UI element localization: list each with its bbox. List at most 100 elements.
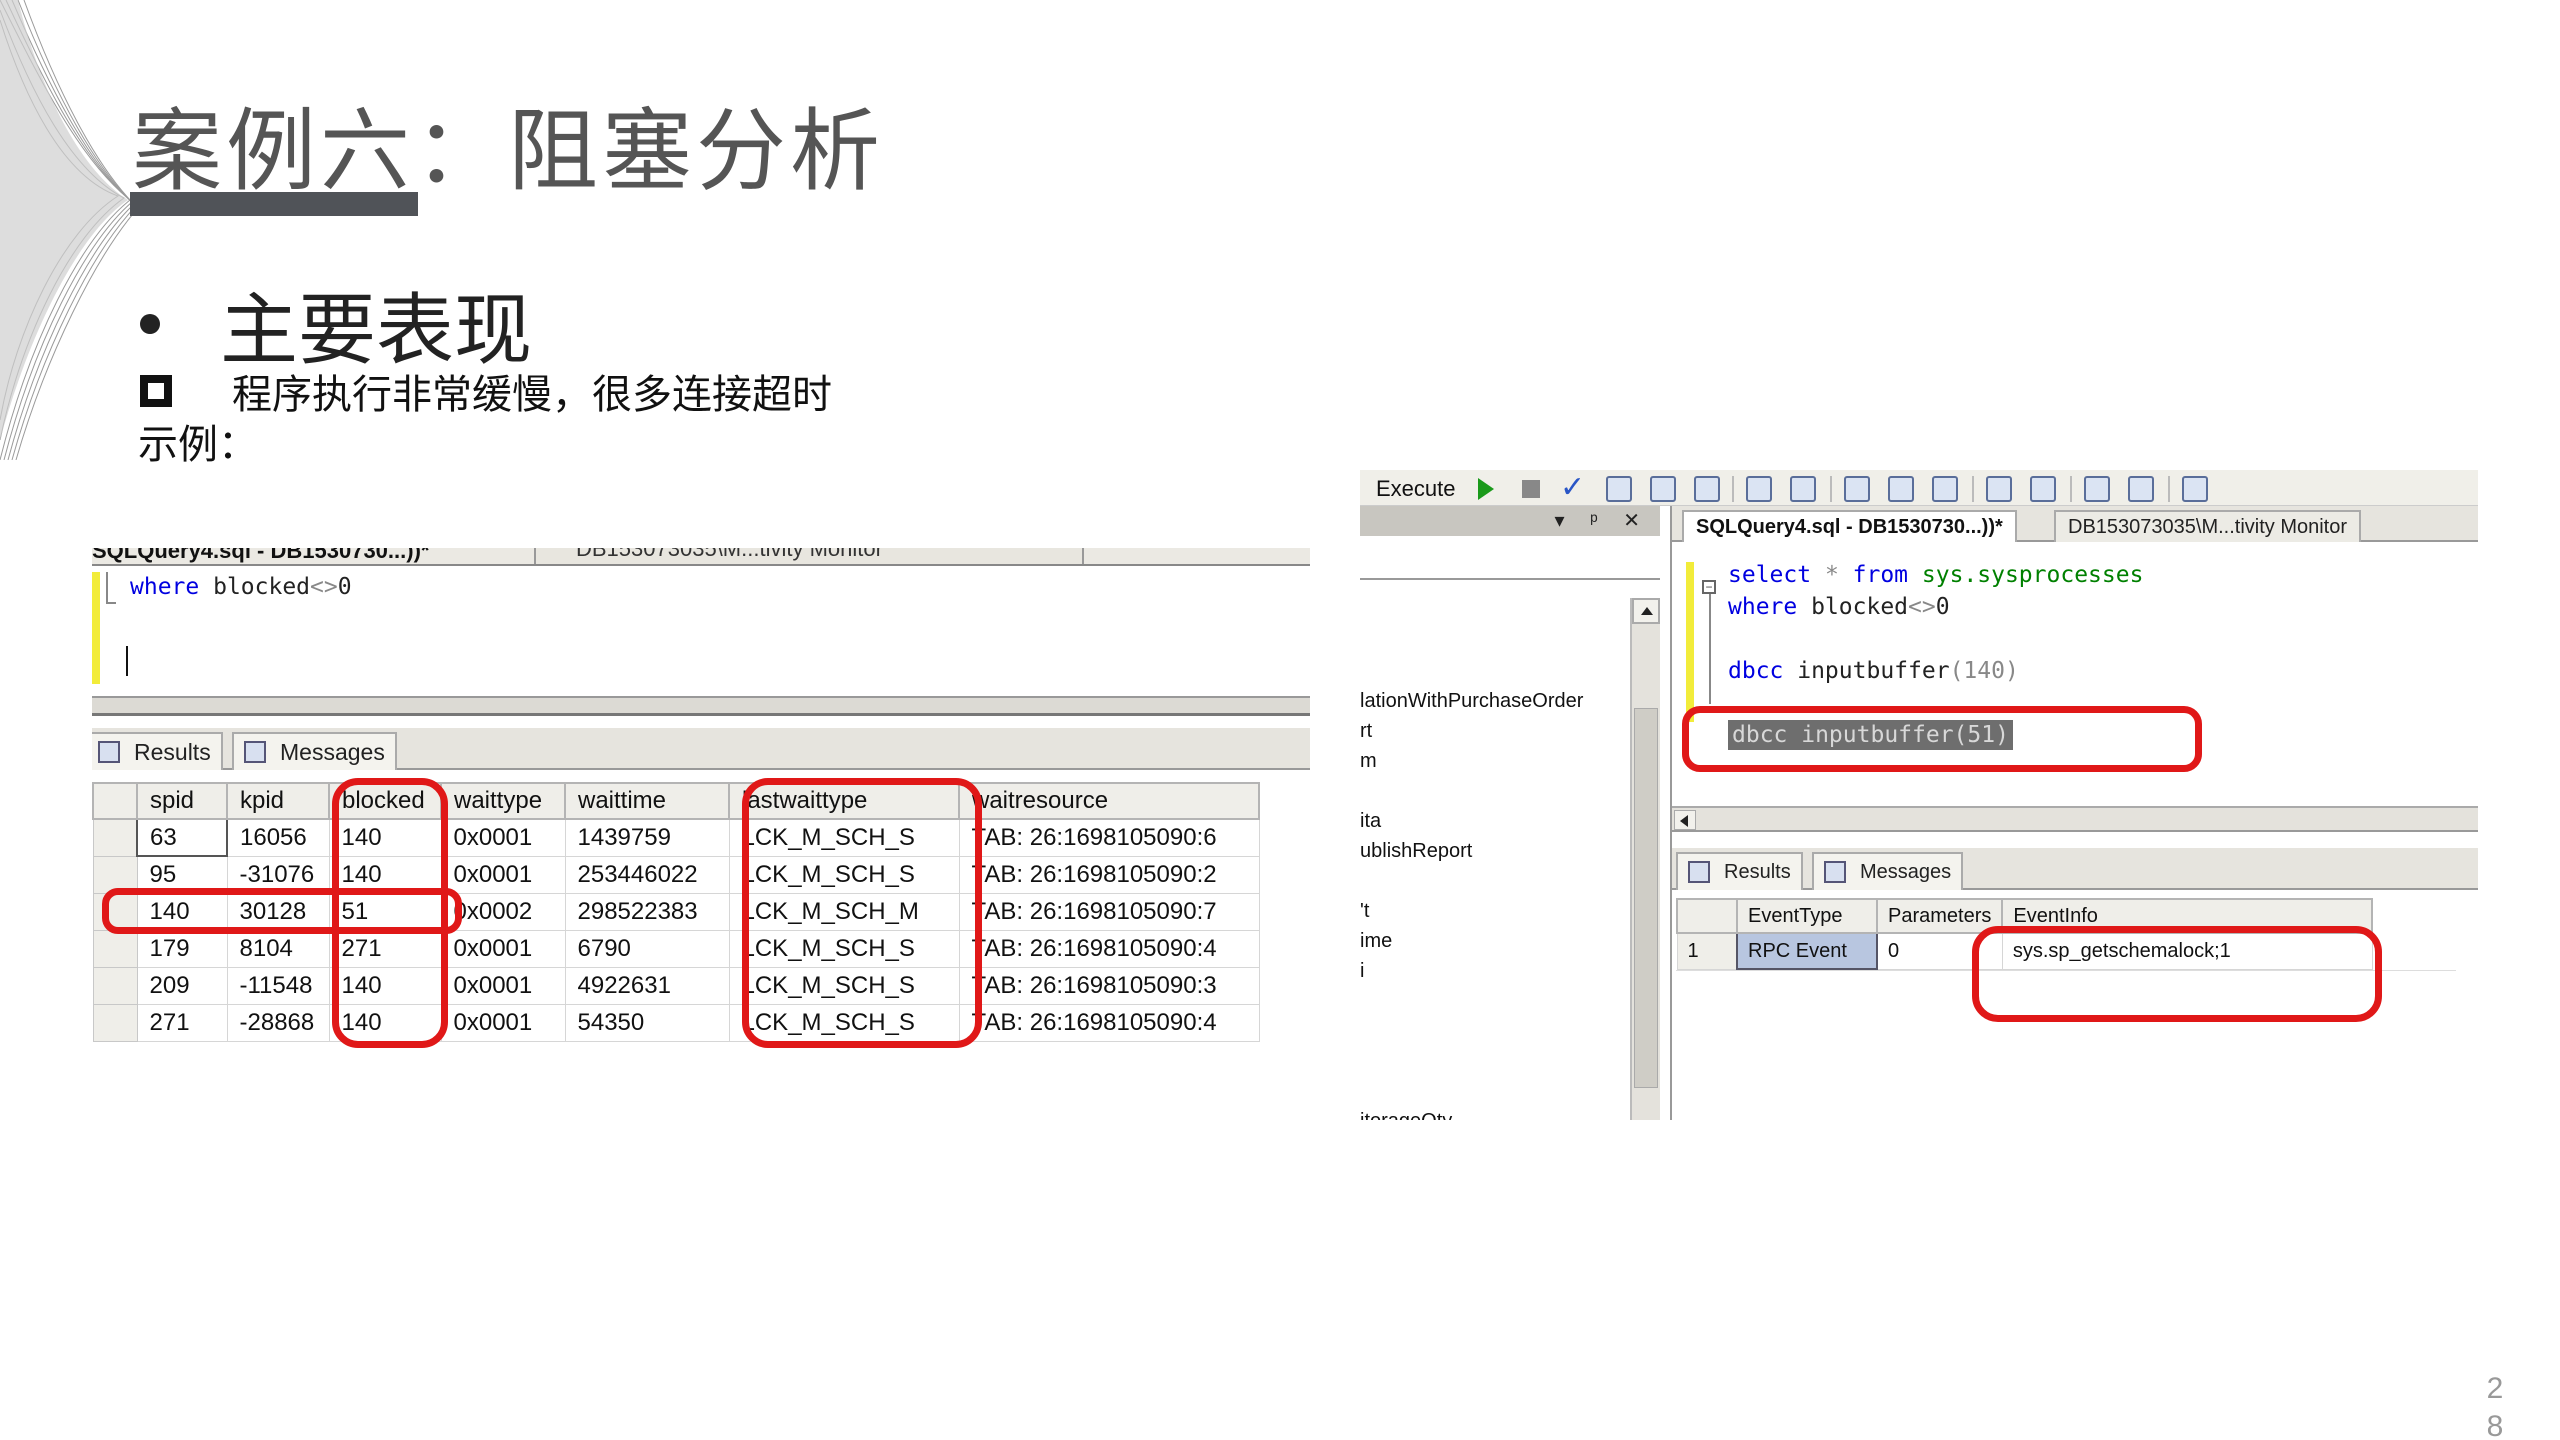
cell-spid[interactable]: 209 bbox=[136, 966, 228, 1005]
include-plan-icon[interactable] bbox=[1844, 476, 1870, 502]
results-to-text-icon[interactable] bbox=[1746, 476, 1772, 502]
tab-results[interactable]: Results bbox=[1676, 852, 1803, 890]
tab-results[interactable]: Results bbox=[92, 732, 223, 770]
comment-icon[interactable] bbox=[1986, 476, 2012, 502]
scroll-thumb[interactable] bbox=[1634, 708, 1658, 1088]
cell-kpid[interactable]: 8104 bbox=[226, 929, 330, 968]
editor-horizontal-scrollbar[interactable] bbox=[1672, 806, 2478, 832]
tab-results-label: Results bbox=[134, 738, 211, 765]
results-to-file-icon[interactable] bbox=[1790, 476, 1816, 502]
cell-waittype[interactable]: 0x0001 bbox=[440, 855, 566, 894]
cell-waittype[interactable]: 0x0001 bbox=[440, 818, 566, 857]
column-header-waittime[interactable]: waittime bbox=[564, 782, 730, 820]
cell-waitresource[interactable]: TAB: 26:1698105090:6 bbox=[958, 818, 1260, 857]
collapse-icon[interactable]: − bbox=[1702, 580, 1716, 594]
cell-kpid[interactable]: -11548 bbox=[226, 966, 330, 1005]
play-icon[interactable] bbox=[1478, 478, 1494, 500]
tree-item[interactable]: i bbox=[1360, 960, 1364, 983]
tab-messages[interactable]: Messages bbox=[1812, 852, 1964, 890]
slide-title: 案例六：阻塞分析 bbox=[132, 99, 884, 204]
table-row[interactable]: 63 16056 140 0x0001 1439759 LCK_M_SCH_S … bbox=[92, 818, 1260, 857]
cell-waittime[interactable]: 1439759 bbox=[564, 818, 730, 857]
example-label: 示例： bbox=[138, 422, 258, 468]
scroll-left-arrow-icon[interactable] bbox=[1674, 810, 1696, 830]
scroll-up-arrow-icon[interactable] bbox=[1632, 598, 1660, 624]
column-header-waittype[interactable]: waittype bbox=[440, 782, 566, 820]
tree-item[interactable]: m bbox=[1360, 750, 1377, 773]
table-row[interactable]: 209 -11548 140 0x0001 4922631 LCK_M_SCH_… bbox=[92, 966, 1260, 1005]
tree-item[interactable]: itorageQty bbox=[1360, 1110, 1452, 1120]
cell-spid[interactable]: 63 bbox=[136, 818, 228, 857]
results-to-grid-icon[interactable] bbox=[1694, 476, 1720, 502]
column-header-waitresource[interactable]: waitresource bbox=[958, 782, 1260, 820]
query-options-icon[interactable] bbox=[1650, 476, 1676, 502]
cell-waittime[interactable]: 4922631 bbox=[564, 966, 730, 1005]
cell-waittype[interactable]: 0x0001 bbox=[440, 929, 566, 968]
column-header-parameters[interactable]: Parameters bbox=[1875, 898, 2004, 934]
code-blocked: blocked bbox=[199, 574, 311, 600]
editor-horizontal-scrollbar[interactable] bbox=[92, 696, 1310, 716]
sub-bullet-text: 程序执行非常缓慢，很多连接超时 bbox=[232, 372, 832, 418]
column-header-eventtype[interactable]: EventType bbox=[1736, 898, 1878, 934]
uncomment-icon[interactable] bbox=[2030, 476, 2056, 502]
code-zero: 0 bbox=[1935, 594, 1950, 620]
tree-item[interactable]: rt bbox=[1360, 720, 1372, 743]
stop-icon[interactable] bbox=[1522, 480, 1540, 498]
cell-spid[interactable]: 271 bbox=[136, 1003, 228, 1042]
annotation-ring-eventinfo bbox=[1972, 926, 2382, 1022]
query-editor[interactable]: − select * from sys.sysprocesses where b… bbox=[1672, 542, 2478, 806]
cell-eventtype[interactable]: RPC Event bbox=[1736, 932, 1878, 970]
code-operator: <> bbox=[310, 574, 338, 600]
cell-waitresource[interactable]: TAB: 26:1698105090:2 bbox=[958, 855, 1260, 894]
tab-activity-monitor[interactable]: DB153073035\M...tivity Monitor bbox=[534, 548, 1084, 564]
tree-item[interactable]: 't bbox=[1360, 900, 1369, 923]
cell-waittime[interactable]: 298522383 bbox=[564, 892, 730, 931]
keyword-dbcc: dbcc bbox=[1728, 658, 1784, 684]
column-header-spid[interactable]: spid bbox=[136, 782, 228, 820]
table-row[interactable]: 179 8104 271 0x0001 6790 LCK_M_SCH_S TAB… bbox=[92, 929, 1260, 968]
tab-messages-label: Messages bbox=[1860, 860, 1952, 883]
tree-item[interactable]: ublishReport bbox=[1360, 840, 1472, 863]
execute-button[interactable]: Execute bbox=[1376, 476, 1456, 502]
cell-waittime[interactable]: 253446022 bbox=[564, 855, 730, 894]
cell-kpid[interactable]: -28868 bbox=[226, 1003, 330, 1042]
cell-kpid[interactable]: 16056 bbox=[226, 818, 330, 857]
cell-waitresource[interactable]: TAB: 26:1698105090:7 bbox=[958, 892, 1260, 931]
tab-messages-label: Messages bbox=[280, 738, 385, 765]
tree-item[interactable]: ime bbox=[1360, 930, 1392, 953]
cell-waitresource[interactable]: TAB: 26:1698105090:4 bbox=[958, 929, 1260, 968]
page-number-digit: 2 bbox=[2486, 1372, 2504, 1405]
specify-values-icon[interactable] bbox=[2182, 476, 2208, 502]
cell-spid[interactable]: 179 bbox=[136, 929, 228, 968]
cell-waitresource[interactable]: TAB: 26:1698105090:3 bbox=[958, 966, 1260, 1005]
tab-messages[interactable]: Messages bbox=[232, 732, 397, 770]
tab-activity-monitor[interactable]: DB153073035\M...tivity Monitor bbox=[2054, 510, 2362, 542]
designer-icon[interactable] bbox=[1932, 476, 1958, 502]
tree-item[interactable]: ita bbox=[1360, 810, 1381, 833]
tree-item[interactable]: lationWithPurchaseOrder bbox=[1360, 690, 1583, 713]
document-tab-bar: SQLQuery4.sql - DB1530730...))* DB153073… bbox=[92, 548, 1310, 566]
pane-vertical-scrollbar[interactable] bbox=[1630, 598, 1660, 1120]
client-statistics-icon[interactable] bbox=[1888, 476, 1914, 502]
cell-waittime[interactable]: 6790 bbox=[564, 929, 730, 968]
code-line-select: select * from sys.sysprocesses bbox=[1728, 562, 2143, 588]
query-editor[interactable]: where blocked<>0 bbox=[92, 566, 1310, 696]
table-row[interactable]: 271 -28868 140 0x0001 54350 LCK_M_SCH_S … bbox=[92, 1003, 1260, 1042]
row-number bbox=[92, 818, 138, 857]
parse-check-icon[interactable]: ✓ bbox=[1560, 470, 1585, 505]
pane-header-buttons[interactable]: ▾ ᵖ ✕ bbox=[1555, 508, 1650, 533]
outdent-icon[interactable] bbox=[2128, 476, 2154, 502]
column-header-kpid[interactable]: kpid bbox=[226, 782, 330, 820]
cell-waittime[interactable]: 54350 bbox=[564, 1003, 730, 1042]
row-number bbox=[92, 1003, 138, 1042]
tab-sqlquery4[interactable]: SQLQuery4.sql - DB1530730...))* bbox=[92, 548, 429, 564]
cell-waittype[interactable]: 0x0001 bbox=[440, 966, 566, 1005]
display-plan-icon[interactable] bbox=[1606, 476, 1632, 502]
keyword-where: where bbox=[130, 574, 200, 600]
code-arg-140: (140) bbox=[1949, 658, 2019, 684]
cell-waitresource[interactable]: TAB: 26:1698105090:4 bbox=[958, 1003, 1260, 1042]
row-number: 1 bbox=[1676, 932, 1738, 970]
tab-sqlquery4[interactable]: SQLQuery4.sql - DB1530730...))* bbox=[1682, 510, 2017, 542]
cell-waittype[interactable]: 0x0001 bbox=[440, 1003, 566, 1042]
indent-icon[interactable] bbox=[2084, 476, 2110, 502]
